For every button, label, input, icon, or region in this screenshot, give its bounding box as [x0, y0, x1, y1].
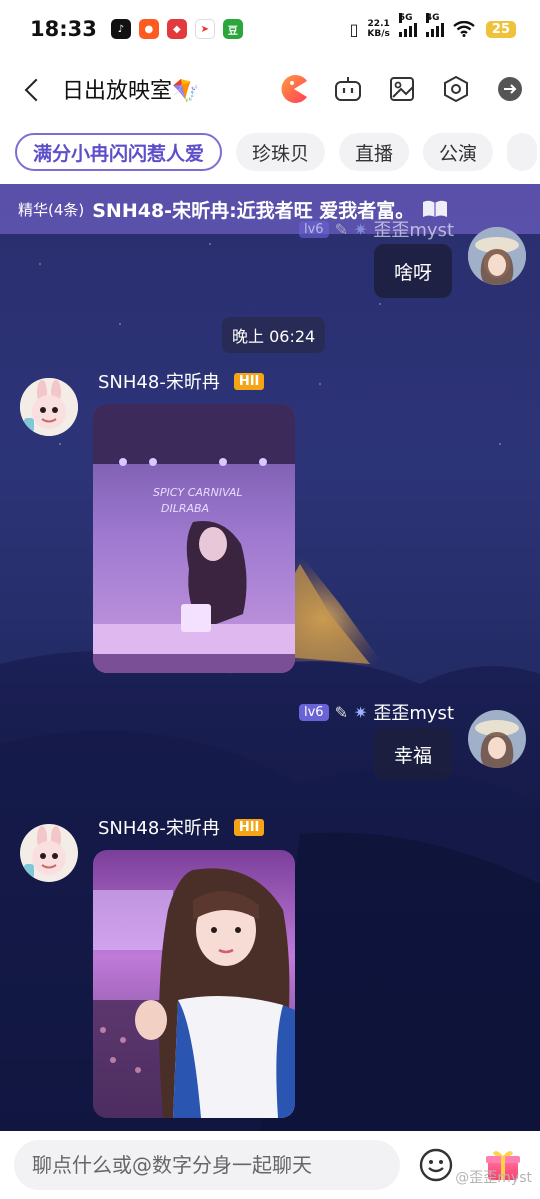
tab-pearl[interactable]: 珍珠贝	[236, 133, 326, 171]
jd-icon: ◆	[166, 19, 187, 39]
message-sender-meta: SNH48-宋昕冉 HII	[98, 814, 265, 840]
tab-more[interactable]	[507, 133, 538, 171]
sender-name: SNH48-宋昕冉	[98, 818, 220, 839]
status-time: 18:33	[30, 17, 97, 41]
level-badge: lv6	[298, 703, 329, 721]
sender-name: 歪歪myst	[373, 703, 454, 724]
message-photo[interactable]	[93, 850, 295, 1118]
brush-icon: ✎	[334, 219, 348, 239]
chat-header: 日出放映室🪁	[0, 58, 540, 120]
back-arrow-icon[interactable]	[20, 74, 46, 104]
photo-caption-text: SPICY CARNIVAL	[153, 486, 243, 499]
tiktok-icon: ♪	[110, 19, 131, 39]
signal-4g-icon: 4G	[425, 13, 444, 37]
sender-name: SNH48-宋昕冉	[98, 372, 220, 393]
sender-name: 歪歪myst	[373, 220, 454, 241]
tab-main-channel[interactable]: 满分小冉闪闪惹人爱	[15, 133, 223, 171]
settings-hexagon-icon[interactable]	[440, 73, 472, 105]
message-bubble[interactable]: 幸福	[373, 727, 452, 781]
avatar[interactable]	[468, 710, 526, 768]
channel-tabs: 满分小冉闪闪惹人爱 珍珠贝 直播 公演	[0, 120, 540, 184]
avatar[interactable]	[468, 227, 526, 285]
hii-badge: HII	[233, 818, 265, 836]
message-sender-meta: lv6 ✎ ✷ 歪歪myst	[298, 699, 454, 725]
taobao-icon: ●	[138, 19, 159, 39]
status-bar: 18:33 ♪ ● ◆ ➤ 豆 ▯ 22.1 KB/s 5G 4G 25	[0, 0, 540, 58]
image-gallery-icon[interactable]	[386, 73, 418, 105]
message-sender-meta: lv6 ✎ ✷ 歪歪myst	[298, 216, 454, 242]
message-bubble[interactable]: 啥呀	[373, 244, 452, 298]
tab-live[interactable]: 直播	[339, 133, 410, 171]
message-photo[interactable]: SPICY CARNIVAL DILRABA	[93, 404, 295, 673]
wifi-icon	[453, 21, 475, 37]
signal-5g-icon: 5G	[398, 13, 417, 37]
essence-count: 精华(4条)	[18, 200, 85, 219]
net-speed: 22.1 KB/s	[367, 19, 390, 39]
navigation-icon: ➤	[194, 19, 215, 39]
watermark-text: @歪歪myst	[455, 1170, 532, 1186]
exit-arrow-icon[interactable]	[494, 73, 526, 105]
chat-input[interactable]	[14, 1140, 400, 1190]
level-badge: lv6	[298, 220, 329, 238]
star-badge-icon: ✷	[353, 219, 368, 239]
douban-icon: 豆	[222, 19, 243, 39]
time-divider: 晚上 06:24	[222, 317, 326, 353]
room-title: 日出放映室🪁	[62, 79, 200, 104]
game-pacman-icon[interactable]	[278, 73, 310, 105]
tab-performance[interactable]: 公演	[423, 133, 494, 171]
kite-emoji: 🪁	[172, 79, 200, 104]
robot-icon[interactable]	[332, 73, 364, 105]
svg-text:DILRABA: DILRABA	[161, 502, 209, 515]
message-input-bar: @歪歪myst	[0, 1131, 540, 1199]
avatar[interactable]	[20, 824, 78, 882]
hii-badge: HII	[233, 372, 265, 390]
pinned-essence-banner[interactable]: 精华(4条) SNH48-宋昕冉:近我者旺 爱我者富。	[0, 184, 540, 234]
brush-icon: ✎	[334, 702, 348, 722]
emoji-icon[interactable]	[418, 1147, 454, 1183]
avatar[interactable]	[20, 378, 78, 436]
message-sender-meta: SNH48-宋昕冉 HII	[98, 368, 265, 394]
star-badge-icon: ✷	[353, 702, 368, 722]
battery-indicator: 25	[485, 20, 516, 38]
vibrate-icon: ▯	[349, 19, 359, 39]
